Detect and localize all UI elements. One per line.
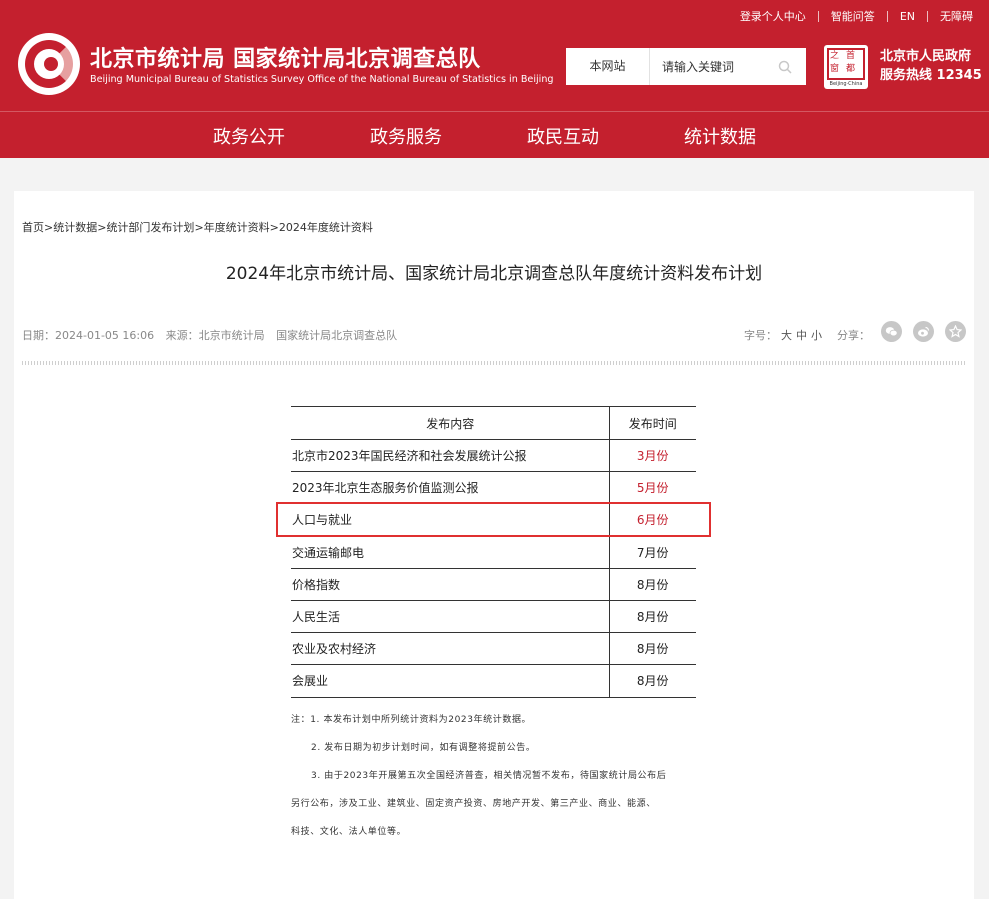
font-size-medium[interactable]: 中 [796, 329, 807, 342]
top-links: 登录个人中心 智能问答 EN 无障碍 [740, 8, 973, 24]
smart-qa-link[interactable]: 智能问答 [831, 8, 875, 24]
hotline-number: 服务热线 12345 [880, 68, 982, 83]
article-meta: 日期：2024-01-05 16:06 来源：北京市统计局 国家统计局北京调查总… [22, 327, 405, 343]
wechat-icon[interactable] [881, 321, 902, 342]
dotted-divider [22, 361, 966, 365]
source: 来源：北京市统计局 [165, 329, 265, 342]
search-box: 本网站 [566, 48, 806, 85]
nav-government-affairs[interactable]: 政务公开 [213, 123, 285, 149]
row-time: 8月份 [608, 600, 696, 634]
row-time: 8月份 [608, 568, 696, 601]
breadcrumb-release-plan[interactable]: 统计部门发布计划 [106, 221, 194, 234]
gov-hotline[interactable]: 北京市人民政府 服务热线 12345 [880, 47, 982, 85]
row-time: 7月份 [608, 536, 696, 569]
font-size-small[interactable]: 小 [811, 329, 822, 342]
divider [927, 10, 928, 22]
divider [886, 10, 888, 22]
site-title[interactable]: 北京市统计局 国家统计局北京调查总队 [90, 41, 481, 73]
table-row: 农业及农村经济 8月份 [291, 632, 696, 666]
release-notes: 注：1. 本发布计划中所列统计资料为2023年统计数据。 2. 发布日期为初步计… [291, 706, 666, 846]
site-subtitle: Beijing Municipal Bureau of Statistics S… [90, 74, 554, 85]
header-time: 发布时间 [608, 406, 696, 440]
logo-glyph: 之 [830, 51, 840, 61]
share-label: 分享： [837, 329, 870, 342]
accessibility-link[interactable]: 无障碍 [940, 8, 973, 24]
highlight-box [276, 502, 711, 537]
row-time: 3月份 [608, 439, 696, 473]
nav-interaction[interactable]: 政民互动 [527, 123, 599, 149]
source-extra: 国家统计局北京调查总队 [276, 329, 398, 342]
page-title: 2024年北京市统计局、国家统计局北京调查总队年度统计资料发布计划 [225, 264, 763, 284]
release-schedule-table: 发布内容 发布时间 北京市2023年国民经济和社会发展统计公报 3月份 2023年… [291, 406, 696, 698]
search-scope-select[interactable]: 本网站 [566, 48, 650, 85]
site-header: 登录个人中心 智能问答 EN 无障碍 北京市统计局 国家统计局北京调查总队 Be… [0, 0, 989, 158]
row-content: 北京市2023年国民经济和社会发展统计公报 [291, 439, 609, 473]
row-content: 交通运输邮电 [291, 536, 609, 569]
weibo-icon[interactable] [913, 321, 934, 342]
row-content: 价格指数 [291, 568, 609, 601]
font-size-control: 字号： 大中小 [744, 327, 822, 343]
row-content: 2023年北京生态服务价值监测公报 [291, 471, 609, 505]
logo-dot [44, 57, 58, 71]
note-line: 科技、文化、法人单位等。 [291, 827, 407, 837]
row-content: 会展业 [291, 664, 609, 698]
login-link[interactable]: 登录个人中心 [740, 8, 806, 24]
nav-statistics-data[interactable]: 统计数据 [684, 123, 756, 149]
font-size-large[interactable]: 大 [781, 329, 792, 342]
header-content: 发布内容 [291, 406, 609, 440]
divider [817, 10, 819, 22]
note-line: 注：1. 本发布计划中所列统计资料为2023年统计数据。 [291, 715, 532, 725]
search-input[interactable] [650, 49, 770, 84]
table-row: 北京市2023年国民经济和社会发展统计公报 3月份 [291, 439, 696, 473]
main-nav: 政务公开 政务服务 政民互动 统计数据 [0, 112, 989, 158]
nav-government-services[interactable]: 政务服务 [370, 123, 442, 149]
note-line: 3. 由于2023年开展第五次全国经济普查，相关情况暂不发布，待国家统计局公布后 [311, 771, 667, 781]
search-icon[interactable] [778, 59, 792, 74]
logo-caption: Beijing·China [829, 81, 863, 87]
note-line: 2. 发布日期为初步计划时间，如有调整将提前公告。 [311, 743, 536, 753]
note-line: 另行公布，涉及工业、建筑业、固定资产投资、房地产开发、第三产业、商业、能源、 [291, 799, 656, 809]
table-row: 交通运输邮电 7月份 [291, 536, 696, 569]
capital-window-logo[interactable]: 之 首 窗 都 Beijing·China [824, 45, 868, 89]
row-time: 5月份 [608, 471, 696, 505]
logo-glyph: 窗 [830, 64, 840, 74]
breadcrumb-2024-data[interactable]: 2024年度统计资料 [279, 221, 373, 234]
breadcrumb: 首页>统计数据>统计部门发布计划>年度统计资料>2024年度统计资料 [22, 221, 373, 234]
breadcrumb-statistics-data[interactable]: 统计数据 [53, 221, 97, 234]
table-row: 2023年北京生态服务价值监测公报 5月份 [291, 471, 696, 505]
logo-glyph: 都 [846, 64, 856, 74]
row-time: 8月份 [608, 664, 696, 698]
gov-name: 北京市人民政府 [880, 49, 972, 64]
font-size-label: 字号： [744, 329, 777, 342]
logo-glyph: 首 [846, 51, 856, 61]
table-row: 人民生活 8月份 [291, 600, 696, 634]
table-row: 会展业 8月份 [291, 664, 696, 698]
table-header-row: 发布内容 发布时间 [291, 406, 696, 440]
favorite-icon[interactable] [945, 321, 966, 342]
table-row: 价格指数 8月份 [291, 568, 696, 601]
breadcrumb-home[interactable]: 首页 [22, 221, 44, 234]
publish-date: 日期：2024-01-05 16:06 [22, 329, 155, 342]
row-time: 8月份 [608, 632, 696, 666]
row-content: 农业及农村经济 [291, 632, 609, 666]
content-card: 首页>统计数据>统计部门发布计划>年度统计资料>2024年度统计资料 2024年… [14, 191, 974, 899]
bureau-logo[interactable] [18, 33, 80, 95]
breadcrumb-annual-data[interactable]: 年度统计资料 [204, 221, 270, 234]
english-link[interactable]: EN [900, 10, 915, 23]
row-content: 人民生活 [291, 600, 609, 634]
